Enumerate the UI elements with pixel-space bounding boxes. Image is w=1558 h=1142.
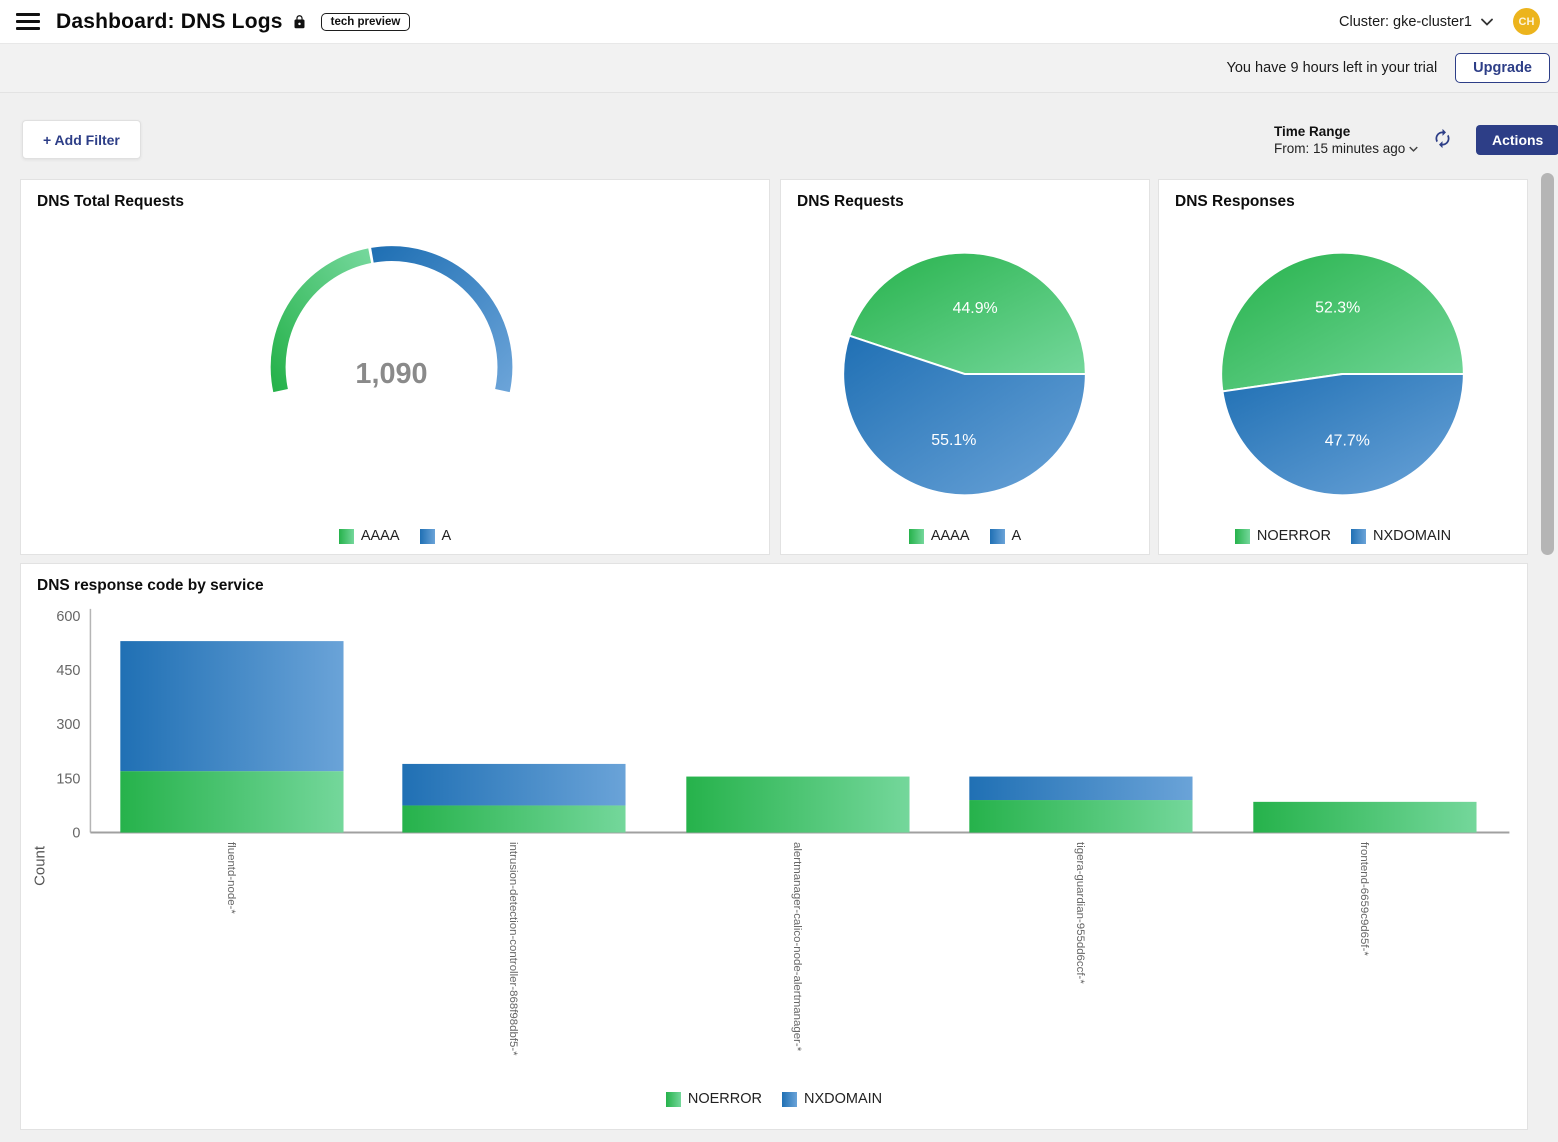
legend-swatch — [420, 529, 435, 544]
legend-label: AAAA — [931, 528, 970, 544]
legend-item-a[interactable]: A — [420, 528, 452, 544]
svg-text:frontend-6659c9d65f-*: frontend-6659c9d65f-* — [1358, 842, 1370, 956]
page-title: Dashboard: DNS Logs — [56, 10, 283, 34]
svg-text:0: 0 — [72, 826, 80, 842]
legend-label: A — [1012, 528, 1022, 544]
trial-message: You have 9 hours left in your trial — [1227, 60, 1438, 76]
vertical-scrollbar-thumb[interactable] — [1541, 173, 1554, 555]
legend-item-a[interactable]: A — [990, 528, 1022, 544]
legend-swatch — [666, 1092, 681, 1107]
svg-text:Count: Count — [32, 845, 49, 886]
svg-text:450: 450 — [56, 663, 80, 679]
legend-label: AAAA — [361, 528, 400, 544]
chart-legend: AAAAA — [781, 528, 1149, 544]
legend-item-noerror[interactable]: NOERROR — [666, 1091, 762, 1107]
tech-preview-badge: tech preview — [321, 13, 411, 31]
svg-text:44.9%: 44.9% — [953, 300, 998, 317]
dns-requests-card: DNS Requests 44.9%55.1% AAAAA — [780, 179, 1150, 555]
svg-text:47.7%: 47.7% — [1325, 432, 1370, 449]
legend-item-aaaa[interactable]: AAAA — [909, 528, 970, 544]
svg-text:fluentd-node-*: fluentd-node-* — [225, 842, 237, 914]
legend-item-aaaa[interactable]: AAAA — [339, 528, 400, 544]
gauge-chart: 1,090 — [21, 180, 769, 554]
legend-label: NOERROR — [688, 1091, 762, 1107]
lock-icon — [292, 14, 307, 30]
chart-legend: NOERROR NXDOMAIN — [1159, 528, 1527, 544]
dns-requests-pie-chart: 44.9% 55.1% — [781, 180, 1149, 554]
menu-icon[interactable] — [16, 13, 40, 30]
legend-label: NXDOMAIN — [804, 1091, 882, 1107]
legend-label: A — [442, 528, 452, 544]
response-code-bar-chart: 0 150 300 450 600 Count fluentd-node-* intrusio… — [21, 564, 1527, 1129]
refresh-button[interactable] — [1432, 128, 1453, 152]
upgrade-button[interactable]: Upgrade — [1455, 53, 1550, 83]
trial-bar: You have 9 hours left in your trial Upgr… — [0, 44, 1558, 93]
legend-swatch — [782, 1092, 797, 1107]
actions-button[interactable]: Actions — [1476, 125, 1558, 155]
legend-swatch — [1235, 529, 1250, 544]
svg-text:600: 600 — [56, 609, 80, 625]
dns-responses-pie-chart: 52.3% 47.7% — [1159, 180, 1527, 554]
avatar[interactable]: CH — [1513, 8, 1540, 35]
refresh-icon — [1432, 128, 1453, 149]
chart-legend: NOERROR NXDOMAIN — [21, 1091, 1527, 1107]
svg-text:tigera-guardian-955dd6ccf-*: tigera-guardian-955dd6ccf-* — [1074, 842, 1086, 984]
dns-responses-card: DNS Responses 52.3% 47.7% NOERROR NXDOMAIN — [1158, 179, 1528, 555]
legend-label: NOERROR — [1257, 528, 1331, 544]
chevron-down-icon — [1409, 146, 1418, 152]
time-range-selector[interactable]: Time Range From: 15 minutes ago — [1274, 124, 1418, 156]
svg-text:55.1%: 55.1% — [931, 432, 976, 449]
dns-total-requests-card: DNS Total Requests 1,090 AAAAA — [20, 179, 770, 555]
legend-label: NXDOMAIN — [1373, 528, 1451, 544]
dashboard-page: Dashboard: DNS Logs tech preview Cluster… — [0, 0, 1558, 1142]
cluster-selector[interactable]: Cluster: gke-cluster1 — [1339, 14, 1493, 30]
card-title: DNS Responses — [1175, 193, 1295, 211]
svg-text:intrusion-detection-controller: intrusion-detection-controller-868f98dbf… — [507, 842, 519, 1056]
svg-text:alertmanager-calico-node-alert: alertmanager-calico-node-alertmanager-* — [791, 842, 803, 1052]
legend-item-nxdomain[interactable]: NXDOMAIN — [782, 1091, 882, 1107]
time-range-value: From: 15 minutes ago — [1274, 141, 1405, 156]
time-range-title: Time Range — [1274, 124, 1418, 139]
card-title: DNS response code by service — [37, 577, 264, 595]
legend-swatch — [1351, 529, 1366, 544]
legend-swatch — [909, 529, 924, 544]
svg-text:1,090: 1,090 — [355, 358, 427, 390]
svg-text:150: 150 — [56, 771, 80, 787]
legend-swatch — [339, 529, 354, 544]
app-header: Dashboard: DNS Logs tech preview Cluster… — [0, 0, 1558, 44]
chevron-down-icon — [1481, 18, 1493, 26]
add-filter-button[interactable]: + Add Filter — [22, 120, 141, 159]
legend-item-nxdomain[interactable]: NXDOMAIN — [1351, 528, 1451, 544]
legend-swatch — [990, 529, 1005, 544]
legend-item-noerror[interactable]: NOERROR — [1235, 528, 1331, 544]
card-title: DNS Total Requests — [37, 193, 184, 211]
card-title: DNS Requests — [797, 193, 904, 211]
chart-legend: AAAAA — [21, 528, 769, 544]
dns-response-code-card: DNS response code by service 0 150 300 450 6… — [20, 563, 1528, 1130]
svg-text:300: 300 — [56, 717, 80, 733]
cluster-label: Cluster: gke-cluster1 — [1339, 14, 1472, 30]
svg-text:52.3%: 52.3% — [1315, 299, 1360, 316]
